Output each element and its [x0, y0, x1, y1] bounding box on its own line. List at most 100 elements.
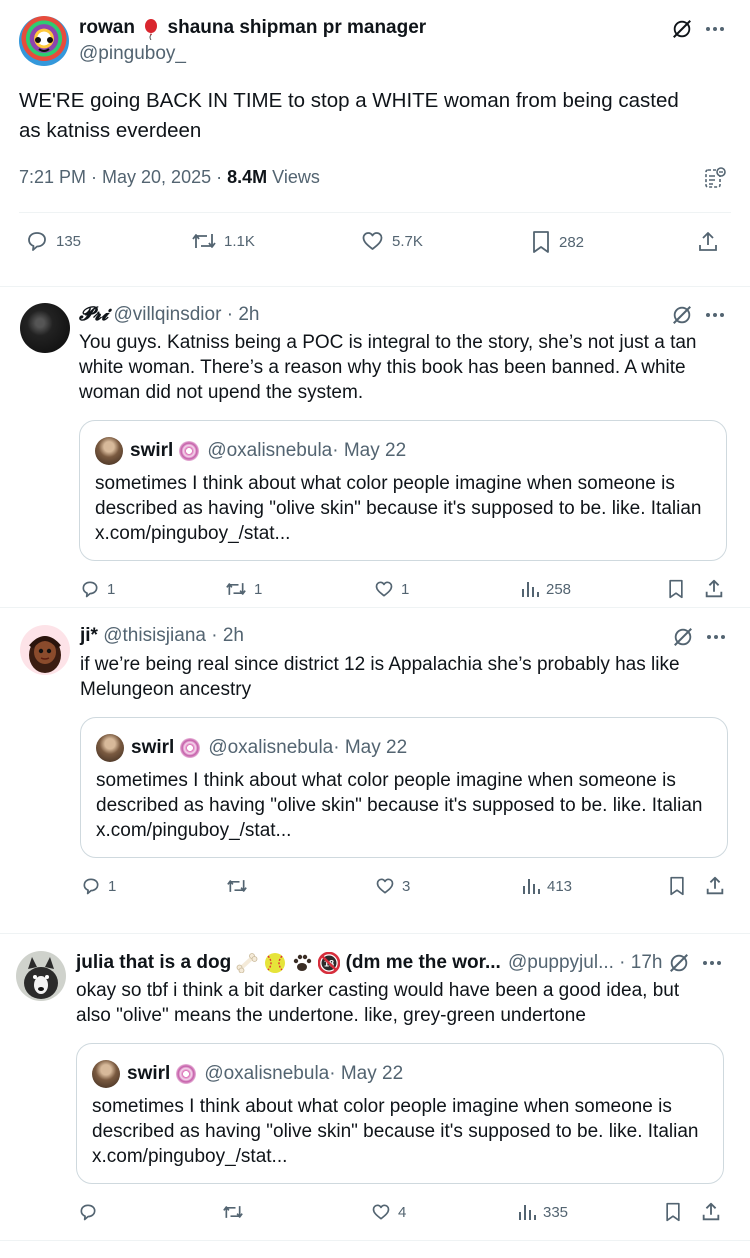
- reply-post[interactable]: julia that is a dog 18 (dm me the wor...…: [0, 934, 750, 1240]
- reply-author-name[interactable]: 𝓟𝓻𝓲: [79, 303, 108, 325]
- reply-icon: [83, 878, 99, 895]
- post-text-line2: as katniss everdeen: [19, 119, 202, 142]
- quote-avatar: [95, 437, 123, 465]
- grok-icon[interactable]: [667, 951, 691, 975]
- no-18-icon: 18: [318, 952, 341, 974]
- repost-button[interactable]: 1.1K: [190, 229, 255, 253]
- quote-text: sometimes I think about what color peopl…: [95, 473, 702, 519]
- quote-time: · May 22: [332, 440, 407, 461]
- bookmark-icon[interactable]: [664, 577, 688, 601]
- reply-time[interactable]: · 2h: [206, 625, 244, 646]
- reply-author-handle[interactable]: @puppyjul...: [508, 952, 614, 973]
- like-button[interactable]: 5.7K: [359, 229, 423, 253]
- quoted-post[interactable]: swirl @oxalisnebula · May 22 sometimes I…: [76, 1043, 724, 1184]
- views-count: 258: [546, 580, 572, 598]
- author-handle[interactable]: @pinguboy_: [79, 43, 186, 65]
- main-post: rowan shauna shipman pr manager @pingubo…: [0, 0, 750, 286]
- repost-button[interactable]: 1: [224, 579, 262, 599]
- reply-button[interactable]: 135: [24, 229, 81, 253]
- views-count: 413: [547, 877, 573, 895]
- more-icon[interactable]: [700, 951, 724, 975]
- like-icon: [375, 581, 393, 597]
- share-icon[interactable]: [695, 229, 721, 255]
- quote-text: sometimes I think about what color peopl…: [92, 1096, 699, 1142]
- quote-link[interactable]: x.com/pinguboy_/stat...: [95, 521, 715, 546]
- quote-author-name: swirl: [131, 737, 175, 758]
- reply-avatar[interactable]: [20, 625, 70, 675]
- reply-icon: [82, 581, 98, 598]
- reply-count: 1: [108, 877, 117, 895]
- reply-avatar[interactable]: [16, 951, 66, 1001]
- author-name[interactable]: rowan: [79, 17, 135, 38]
- quote-author-handle: @oxalisnebula: [208, 737, 334, 758]
- quote-author-handle: @oxalisnebula: [204, 1063, 330, 1084]
- reply-button[interactable]: 1: [79, 579, 115, 599]
- spiral-icon: [176, 1064, 197, 1084]
- bookmark-icon[interactable]: [661, 1200, 685, 1224]
- balloon-icon: [142, 18, 160, 40]
- grok-icon[interactable]: [670, 303, 694, 327]
- reply-post[interactable]: 𝓟𝓻𝓲 @villqinsdior · 2h You guys. Katniss…: [0, 287, 750, 607]
- like-icon: [362, 232, 383, 250]
- reply-count: 1: [107, 580, 116, 598]
- like-icon: [372, 1204, 390, 1220]
- quote-time: · May 22: [329, 1063, 404, 1084]
- reply-author-name[interactable]: julia that is a dog: [76, 952, 231, 973]
- share-icon[interactable]: [702, 577, 726, 601]
- author-name-rest[interactable]: shauna shipman pr manager: [168, 17, 427, 38]
- like-button[interactable]: 1: [373, 579, 409, 599]
- reply-author-handle[interactable]: @thisisjiana: [103, 625, 206, 646]
- repost-count: 1: [254, 580, 263, 598]
- reply-text: okay so tbf i think a bit darker casting…: [76, 980, 680, 1026]
- repost-button[interactable]: [221, 1202, 251, 1222]
- bookmark-icon[interactable]: [665, 874, 689, 898]
- views-button[interactable]: 335: [517, 1202, 568, 1222]
- views-icon: [523, 879, 540, 894]
- reply-icon: [80, 1204, 96, 1221]
- views-button[interactable]: 258: [520, 579, 571, 599]
- quote-avatar: [96, 734, 124, 762]
- quoted-post[interactable]: swirl @oxalisnebula · May 22 sometimes I…: [79, 420, 727, 561]
- reply-author-name[interactable]: ji*: [80, 625, 98, 646]
- repost-button[interactable]: [225, 876, 255, 896]
- reply-button[interactable]: [77, 1202, 105, 1222]
- repost-icon: [223, 1206, 243, 1218]
- quote-link[interactable]: x.com/pinguboy_/stat...: [92, 1144, 712, 1169]
- bookmark-icon: [533, 231, 549, 253]
- reply-time[interactable]: · 2h: [221, 304, 260, 325]
- reply-author-name-rest[interactable]: (dm me the wor...: [346, 952, 501, 973]
- grok-icon[interactable]: [670, 17, 694, 41]
- repost-icon: [227, 880, 247, 892]
- bookmark-button[interactable]: 282: [529, 229, 584, 255]
- views-button[interactable]: 413: [521, 876, 572, 896]
- post-timestamp[interactable]: 7:21 PM · May 20, 2025 ·: [19, 167, 227, 187]
- quote-link[interactable]: x.com/pinguboy_/stat...: [96, 818, 716, 843]
- repost-icon: [192, 234, 216, 248]
- share-icon[interactable]: [703, 874, 727, 898]
- like-icon: [376, 878, 394, 894]
- repost-count: 1.1K: [224, 232, 255, 250]
- softball-icon: [264, 952, 286, 974]
- more-icon[interactable]: [703, 303, 727, 327]
- more-icon[interactable]: [703, 17, 727, 41]
- reply-icon: [28, 232, 46, 251]
- reply-time[interactable]: · 17h: [614, 952, 662, 973]
- quoted-post[interactable]: swirl @oxalisnebula · May 22 sometimes I…: [80, 717, 728, 858]
- view-quotes-icon[interactable]: [702, 165, 728, 191]
- like-button[interactable]: 3: [374, 876, 410, 896]
- reply-author-handle[interactable]: @villqinsdior: [113, 304, 221, 325]
- reply-button[interactable]: 1: [80, 876, 116, 896]
- reply-count: 135: [56, 232, 82, 250]
- author-avatar[interactable]: [19, 16, 69, 66]
- bookmark-count: 282: [559, 233, 585, 251]
- share-icon[interactable]: [699, 1200, 723, 1224]
- spiral-icon: [180, 738, 201, 758]
- reply-post[interactable]: ji* @thisisjiana · 2h if we’re being rea…: [0, 608, 750, 933]
- grok-icon[interactable]: [671, 625, 695, 649]
- quote-text: sometimes I think about what color peopl…: [96, 770, 703, 816]
- views-icon: [519, 1205, 536, 1220]
- like-button[interactable]: 4: [370, 1202, 406, 1222]
- more-icon[interactable]: [704, 625, 728, 649]
- like-count: 5.7K: [392, 232, 423, 250]
- reply-avatar[interactable]: [20, 303, 70, 353]
